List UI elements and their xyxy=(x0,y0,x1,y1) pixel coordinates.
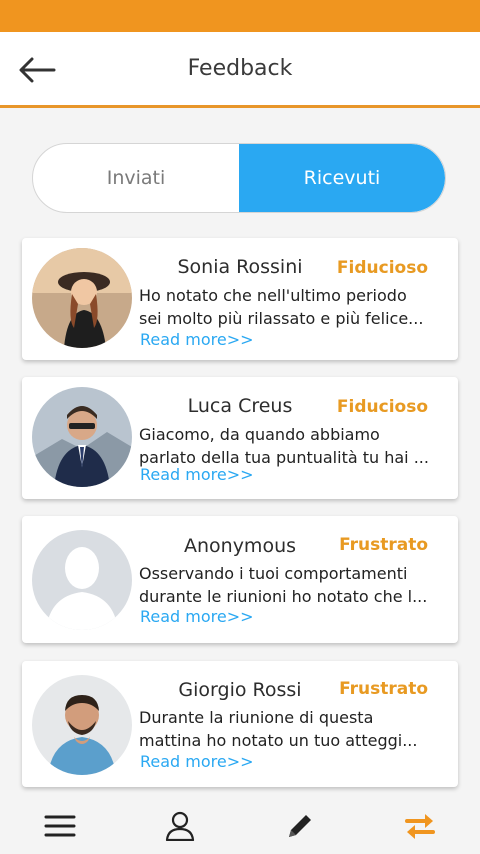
avatar xyxy=(32,248,132,348)
message-line: mattina ho notato un tuo atteggi... xyxy=(139,731,418,750)
message-line: Giacomo, da quando abbiamo xyxy=(139,425,380,444)
nav-edit-button[interactable] xyxy=(270,801,330,851)
feedback-card[interactable]: Sonia Rossini Fiducioso Ho notato che ne… xyxy=(22,238,458,360)
message-line: Durante la riunione di questa xyxy=(139,708,374,727)
read-more-link[interactable]: Read more>> xyxy=(140,752,254,771)
message-line: Ho notato che nell'ultimo periodo xyxy=(139,286,407,305)
edit-icon xyxy=(289,815,311,837)
feedback-tabs: Inviati Ricevuti xyxy=(32,143,446,213)
read-more-link[interactable]: Read more>> xyxy=(140,465,254,484)
avatar xyxy=(32,675,132,775)
avatar xyxy=(32,530,132,630)
read-more-link[interactable]: Read more>> xyxy=(140,607,254,626)
bottom-nav xyxy=(0,798,480,854)
tab-inviati[interactable]: Inviati xyxy=(33,144,239,212)
tab-ricevuti[interactable]: Ricevuti xyxy=(239,144,445,212)
nav-swap-button[interactable] xyxy=(390,801,450,851)
sender-name: Sonia Rossini xyxy=(177,256,303,278)
sender-name: Anonymous xyxy=(183,535,297,557)
sender-name: Luca Creus xyxy=(187,395,293,417)
message-line: Osservando i tuoi comportamenti xyxy=(139,564,408,583)
menu-icon xyxy=(44,815,76,837)
sender-name: Giorgio Rossi xyxy=(178,679,302,701)
feedback-card[interactable]: Luca Creus Fiducioso Giacomo, da quando … xyxy=(22,377,458,499)
nav-menu-button[interactable] xyxy=(30,801,90,851)
mood-label: Fiducioso xyxy=(336,397,428,417)
message-line: durante le riunioni ho notato che l... xyxy=(139,587,428,606)
swap-icon xyxy=(405,814,435,839)
profile-icon xyxy=(165,811,195,841)
default-avatar-icon xyxy=(32,530,132,630)
page-title: Feedback xyxy=(187,56,293,81)
mood-label: Fiducioso xyxy=(336,258,428,278)
mood-label: Frustrato xyxy=(339,679,428,699)
nav-profile-button[interactable] xyxy=(150,801,210,851)
read-more-link[interactable]: Read more>> xyxy=(140,330,254,349)
feedback-card[interactable]: Anonymous Frustrato Osservando i tuoi co… xyxy=(22,516,458,643)
app-header: Feedback xyxy=(0,32,480,108)
status-bar xyxy=(0,0,480,32)
feedback-card[interactable]: Giorgio Rossi Frustrato Durante la riuni… xyxy=(22,661,458,787)
avatar xyxy=(32,387,132,487)
message-line: sei molto più rilassato e più felice... xyxy=(139,309,424,328)
mood-label: Frustrato xyxy=(339,535,428,555)
